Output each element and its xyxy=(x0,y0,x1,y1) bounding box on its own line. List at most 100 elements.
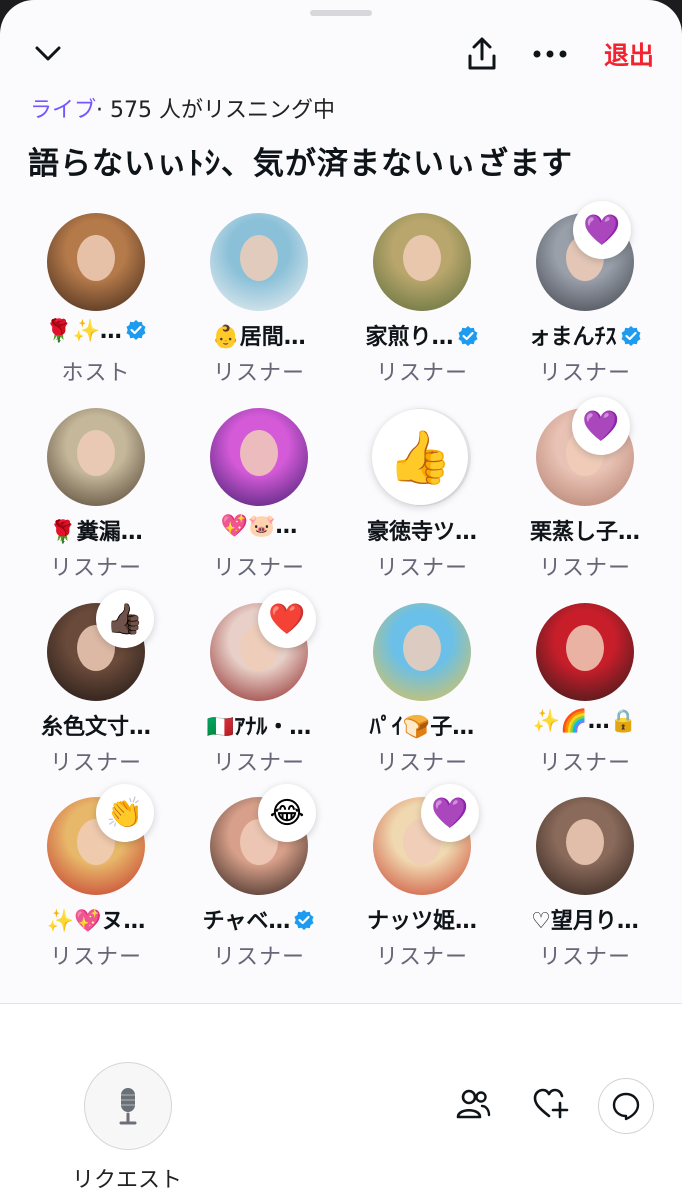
participant-1[interactable]: 🌹✨… ホスト xyxy=(8,213,178,403)
participant-name: ✨🌈…🔒 xyxy=(497,709,673,734)
participant-name: チャベ… xyxy=(171,903,347,937)
participant-name: ﾊﾟｲ🍞子… xyxy=(334,709,510,741)
participant-role: リスナー xyxy=(375,361,468,386)
participant-10[interactable]: 🇮🇹ｱﾅﾙ・… リスナー xyxy=(171,603,341,793)
participant-name-text: 💖🐷… xyxy=(220,514,298,539)
verified-badge-icon xyxy=(620,325,642,353)
reaction-emoji: 👍🏿 xyxy=(96,590,154,648)
participant-name-text: 🌹✨… xyxy=(45,319,122,344)
reaction-emoji: 💜 xyxy=(573,201,631,259)
people-icon[interactable] xyxy=(452,1084,494,1124)
avatar[interactable] xyxy=(373,603,471,701)
reaction-emoji: 💜 xyxy=(421,784,479,842)
participant-name-text: 豪徳寺ツ… xyxy=(366,520,477,545)
avatar-face xyxy=(566,625,604,671)
participant-name: 家煎り… xyxy=(334,319,510,353)
participant-name: 🌹✨… xyxy=(8,319,184,347)
bottom-bar: リクエスト xyxy=(0,1003,682,1199)
participant-name-text: 👶居間… xyxy=(212,325,306,350)
participant-12[interactable]: ✨🌈…🔒 リスナー xyxy=(497,603,667,793)
participant-name-text: ✨🌈…🔒 xyxy=(532,709,638,734)
participant-2[interactable]: 👶居間… リスナー xyxy=(171,213,341,403)
share-icon[interactable] xyxy=(462,32,502,76)
avatar[interactable] xyxy=(47,408,145,506)
avatar[interactable] xyxy=(536,797,634,895)
participant-role: リスナー xyxy=(538,556,631,581)
participant-name-text: チャベ… xyxy=(202,909,291,934)
participant-9[interactable]: 糸色文寸… リスナー xyxy=(8,603,178,793)
participant-role: リスナー xyxy=(375,751,468,776)
participant-role: リスナー xyxy=(212,751,305,776)
participant-16[interactable]: ♡望月り… リスナー xyxy=(497,797,667,987)
participant-role: リスナー xyxy=(538,945,631,970)
participant-role: リスナー xyxy=(49,945,142,970)
leave-button[interactable]: 退出 xyxy=(604,36,654,72)
heart-plus-icon[interactable] xyxy=(530,1084,572,1124)
participant-name-text: ♡望月り… xyxy=(531,909,639,934)
reaction-emoji: 👏 xyxy=(96,784,154,842)
live-status: ライブ· 575 人がリスニング中 xyxy=(30,92,335,124)
participant-6[interactable]: 💖🐷… リスナー xyxy=(171,408,341,598)
participant-role: リスナー xyxy=(49,751,142,776)
participant-name-text: 糸色文寸… xyxy=(40,715,151,740)
avatar-face xyxy=(403,625,441,671)
live-label[interactable]: ライブ xyxy=(30,98,96,123)
verified-badge-icon xyxy=(457,325,479,353)
request-label: リクエスト xyxy=(72,1168,183,1193)
mic-icon xyxy=(119,1088,137,1125)
participant-role: リスナー xyxy=(538,361,631,386)
avatar-face xyxy=(566,819,604,865)
avatar[interactable] xyxy=(210,408,308,506)
participant-name: 栗蒸し子… xyxy=(497,514,673,546)
listener-count: · 575 人がリスニング中 xyxy=(96,98,335,123)
participant-name-text: 🇮🇹ｱﾅﾙ・… xyxy=(206,715,312,740)
more-icon[interactable] xyxy=(530,36,570,72)
participant-name: ォまんﾁｽ xyxy=(497,319,673,353)
chat-icon xyxy=(612,1092,640,1121)
avatar[interactable] xyxy=(210,213,308,311)
participant-role: リスナー xyxy=(212,945,305,970)
participant-3[interactable]: 家煎り… リスナー xyxy=(334,213,504,403)
participant-role: ホスト xyxy=(61,361,131,386)
participant-role: リスナー xyxy=(212,361,305,386)
participant-name-text: 🌹糞漏… xyxy=(49,520,143,545)
participant-role: リスナー xyxy=(538,751,631,776)
participant-name: 豪徳寺ツ… xyxy=(334,514,510,546)
participant-role: リスナー xyxy=(375,556,468,581)
participant-name-text: ✨💖ヌ… xyxy=(46,909,146,934)
participant-5[interactable]: 🌹糞漏… リスナー xyxy=(8,408,178,598)
participant-name-text: ﾊﾟｲ🍞子… xyxy=(369,715,475,740)
participant-name: ♡望月り… xyxy=(497,903,673,935)
sheet-grabber[interactable] xyxy=(310,10,372,16)
participant-role: リスナー xyxy=(375,945,468,970)
avatar-face xyxy=(240,430,278,476)
participant-11[interactable]: ﾊﾟｲ🍞子… リスナー xyxy=(334,603,504,793)
space-title: 語らないぃﾄｼ、気が済まないぃざます xyxy=(28,146,573,182)
reaction-emoji: 👍 xyxy=(372,409,468,505)
reaction-emoji: 😂 xyxy=(258,784,316,842)
participant-name-text: ォまんﾁｽ xyxy=(528,325,617,350)
avatar[interactable] xyxy=(373,213,471,311)
chat-button[interactable] xyxy=(598,1078,654,1134)
participant-name: 🇮🇹ｱﾅﾙ・… xyxy=(171,709,347,741)
chevron-down-icon[interactable] xyxy=(30,36,66,72)
participant-name: 🌹糞漏… xyxy=(8,514,184,546)
avatar[interactable] xyxy=(536,603,634,701)
request-mic-button[interactable] xyxy=(84,1062,172,1150)
participant-14[interactable]: チャベ… リスナー xyxy=(171,797,341,987)
verified-badge-icon xyxy=(293,909,315,937)
participant-13[interactable]: ✨💖ヌ… リスナー xyxy=(8,797,178,987)
verified-badge-icon xyxy=(125,319,147,347)
avatar-face xyxy=(77,430,115,476)
participant-15[interactable]: ナッツ姫… リスナー xyxy=(334,797,504,987)
reaction-emoji: 💜 xyxy=(572,397,630,455)
participant-role: リスナー xyxy=(49,556,142,581)
participant-name: 糸色文寸… xyxy=(8,709,184,741)
avatar-face xyxy=(403,235,441,281)
participant-name: 👶居間… xyxy=(171,319,347,351)
participant-name-text: ナッツ姫… xyxy=(366,909,477,934)
participant-name: 💖🐷… xyxy=(171,514,347,539)
participant-name-text: 栗蒸し子… xyxy=(529,520,640,545)
avatar-face xyxy=(240,235,278,281)
avatar[interactable] xyxy=(47,213,145,311)
